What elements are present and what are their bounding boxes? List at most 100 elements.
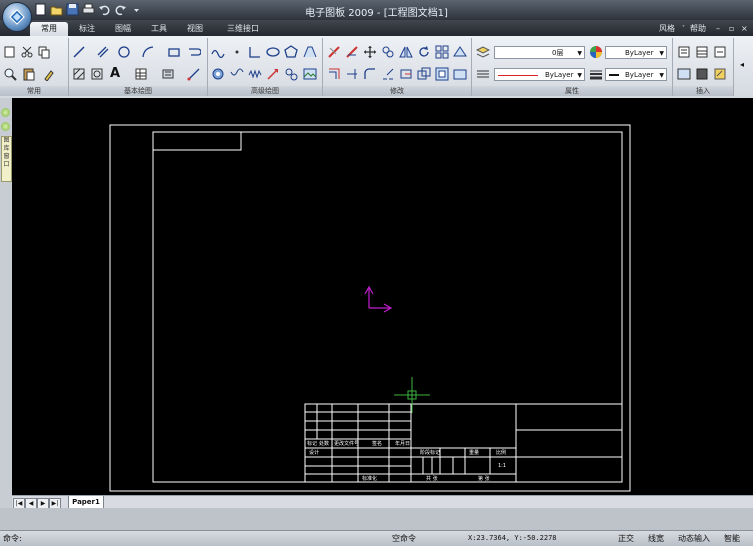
gear-icon[interactable]	[211, 67, 225, 81]
linetype-dropdown[interactable]: ByLayer ▼	[494, 68, 585, 81]
angle-line-icon[interactable]	[248, 45, 262, 59]
layer-manager-icon[interactable]	[476, 45, 490, 59]
copy-object-icon[interactable]	[381, 45, 395, 59]
help-menu[interactable]: 帮助	[690, 22, 706, 36]
zoom-icon[interactable]	[3, 67, 17, 81]
ortho-toggle[interactable]: 正交	[618, 531, 634, 546]
tab-view[interactable]: 视图	[178, 22, 212, 36]
rectangle-icon[interactable]	[167, 45, 181, 59]
fillet-icon[interactable]	[363, 67, 377, 81]
block-icon[interactable]	[90, 67, 104, 81]
image-insert-icon[interactable]	[303, 67, 317, 81]
library-window-tab[interactable]: 图库窗口	[1, 136, 12, 182]
style-dropdown-icon[interactable]: ˅	[682, 22, 685, 36]
app-logo-icon	[9, 9, 25, 25]
array-icon[interactable]	[435, 45, 449, 59]
tab-annotation[interactable]: 标注	[70, 22, 104, 36]
dynamic-input-toggle[interactable]: 动态输入	[678, 531, 710, 546]
double-line-icon[interactable]	[230, 67, 244, 81]
spline-icon[interactable]	[187, 67, 201, 81]
hole-icon[interactable]	[284, 67, 298, 81]
status-dot-icon	[1, 108, 10, 117]
parallel-line-icon[interactable]	[96, 45, 110, 59]
text-icon[interactable]: A	[110, 67, 124, 81]
title-bar: 电子图板 2009 - [工程图文档1]	[0, 0, 753, 20]
drawing-canvas[interactable]: 标记 处数 更改文件号 签名 年月日 设计 标准化 阶段标记 重量 比例 1:1…	[12, 98, 753, 495]
group-common-label: 常用	[0, 86, 68, 96]
chamfer-icon[interactable]	[435, 67, 449, 81]
lineweight-dropdown-arrow-icon: ▼	[659, 72, 664, 79]
minimize-icon[interactable]: –	[716, 22, 720, 36]
style-menu[interactable]: 风格	[659, 22, 675, 36]
table-icon[interactable]	[134, 67, 148, 81]
tab-common[interactable]: 常用	[30, 22, 68, 36]
rotate-icon[interactable]	[417, 45, 431, 59]
smart-snap-toggle[interactable]: 智能	[724, 531, 740, 546]
insert-ole-icon[interactable]	[713, 45, 727, 59]
ribbon-shape-icon[interactable]	[303, 45, 317, 59]
trim-icon[interactable]	[345, 45, 359, 59]
cut-icon[interactable]	[20, 45, 34, 59]
align-icon[interactable]	[453, 67, 467, 81]
break-icon[interactable]	[381, 67, 395, 81]
delete-icon[interactable]	[327, 45, 341, 59]
coordinate-readout: X:23.7364, Y:-50.2278	[468, 534, 557, 542]
line-icon[interactable]	[72, 45, 86, 59]
center-line-icon[interactable]	[161, 67, 175, 81]
layer-dropdown[interactable]: 0层 ▼	[494, 46, 585, 59]
wave-line-icon[interactable]	[211, 45, 225, 59]
status-dot-icon	[1, 122, 10, 131]
tb-marks: 标记	[307, 440, 317, 447]
arrow-draw-icon[interactable]	[266, 67, 280, 81]
arc-icon[interactable]	[141, 45, 155, 59]
tb-sheet: 第 张	[478, 475, 490, 482]
mirror-icon[interactable]	[399, 45, 413, 59]
group-modify: 修改	[323, 38, 472, 96]
insert-image-icon[interactable]	[677, 67, 691, 81]
lineweight-icon[interactable]	[589, 67, 603, 81]
insert-object-icon[interactable]	[695, 67, 709, 81]
new-sheet-icon[interactable]	[3, 45, 17, 59]
group-common: 常用	[0, 38, 69, 96]
scale-icon[interactable]	[417, 67, 431, 81]
zigzag-icon[interactable]	[248, 67, 262, 81]
ribbon-collapse-icon[interactable]: ◂	[740, 60, 744, 69]
layer-dropdown-arrow-icon: ▼	[577, 50, 582, 57]
tab-sheet[interactable]: 图幅	[106, 22, 140, 36]
tb-weight: 重量	[469, 449, 479, 456]
linetype-icon[interactable]	[476, 67, 490, 81]
paste-icon[interactable]	[22, 67, 36, 81]
close-icon[interactable]: ×	[741, 22, 748, 36]
lineweight-toggle[interactable]: 线宽	[648, 531, 664, 546]
drawing-svg: 标记 处数 更改文件号 签名 年月日 设计 标准化 阶段标记 重量 比例 1:1…	[109, 124, 631, 492]
color-wheel-icon[interactable]	[589, 45, 603, 59]
point-icon[interactable]	[230, 45, 244, 59]
extend-icon[interactable]	[345, 67, 359, 81]
tab-3d-interface[interactable]: 三维接口	[218, 22, 268, 36]
ellipse-icon[interactable]	[266, 45, 280, 59]
format-brush-icon[interactable]	[42, 67, 56, 81]
insert-table-icon[interactable]	[695, 45, 709, 59]
tb-count: 处数	[319, 440, 329, 447]
insert-reference-icon[interactable]	[713, 67, 727, 81]
restore-icon[interactable]: ▫	[729, 22, 734, 36]
polyline-icon[interactable]	[187, 45, 201, 59]
command-output-area	[0, 508, 753, 530]
group-insert-label: 插入	[673, 86, 733, 96]
hatch-icon[interactable]	[72, 67, 86, 81]
color-dropdown[interactable]: ByLayer ▼	[605, 46, 667, 59]
ribbon: 常用 A 基本绘图 高级绘图 修改 0层 ▼ ByLayer ▼ ByLayer…	[0, 36, 753, 99]
color-dropdown-arrow-icon: ▼	[659, 50, 664, 57]
command-prompt[interactable]: 命令:	[3, 531, 22, 546]
stretch-icon[interactable]	[399, 67, 413, 81]
circle-icon[interactable]	[117, 45, 131, 59]
application-menu-button[interactable]	[2, 2, 32, 32]
explode-icon[interactable]	[453, 45, 467, 59]
polygon-icon[interactable]	[284, 45, 298, 59]
offset-icon[interactable]	[327, 67, 341, 81]
insert-block-icon[interactable]	[677, 45, 691, 59]
lineweight-dropdown[interactable]: ByLayer ▼	[605, 68, 667, 81]
move-icon[interactable]	[363, 45, 377, 59]
tab-tools[interactable]: 工具	[142, 22, 176, 36]
copy-icon[interactable]	[37, 45, 51, 59]
